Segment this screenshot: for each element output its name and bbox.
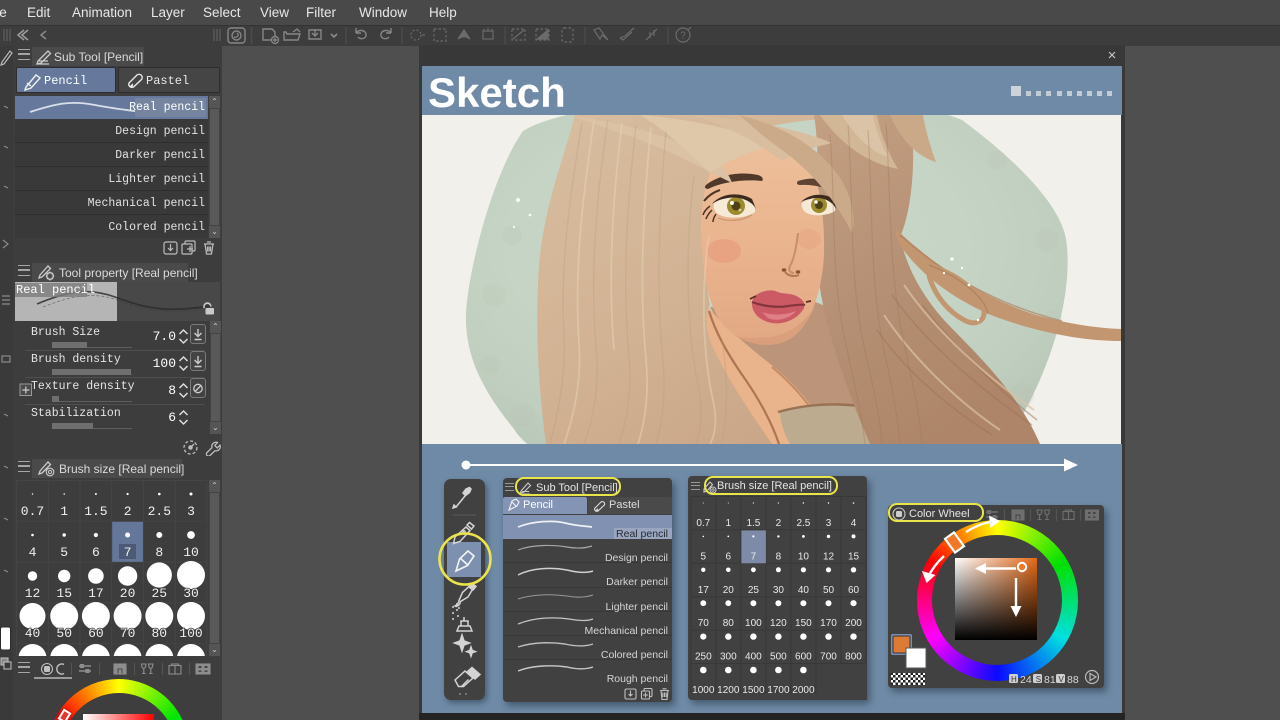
svg-text:24: 24 [1020, 674, 1032, 686]
svg-text:1500: 1500 [742, 685, 765, 696]
svg-text:1000: 1000 [692, 685, 715, 696]
svg-text:250: 250 [695, 652, 712, 663]
svg-text:150: 150 [795, 618, 812, 629]
svg-text:6: 6 [92, 545, 100, 560]
svg-text:120: 120 [770, 618, 787, 629]
svg-text:100: 100 [745, 618, 762, 629]
svg-text:6: 6 [726, 551, 732, 562]
svg-text:?: ? [680, 31, 686, 42]
svg-text:4: 4 [851, 518, 857, 529]
svg-text:10: 10 [183, 545, 199, 560]
svg-text:80: 80 [723, 618, 735, 629]
svg-text:2: 2 [776, 518, 782, 529]
svg-text:25: 25 [151, 586, 167, 601]
svg-text:50: 50 [823, 585, 835, 596]
svg-text:1.5: 1.5 [84, 504, 107, 519]
svg-text:5: 5 [701, 551, 707, 562]
svg-text:1: 1 [726, 518, 732, 529]
svg-text:700: 700 [820, 652, 837, 663]
svg-text:100: 100 [179, 626, 202, 641]
svg-text:50: 50 [56, 626, 72, 641]
svg-text:70: 70 [120, 626, 136, 641]
svg-text:2.5: 2.5 [148, 504, 171, 519]
svg-text:15: 15 [56, 586, 72, 601]
svg-text:2000: 2000 [792, 685, 815, 696]
svg-text:4: 4 [29, 545, 37, 560]
svg-text:300: 300 [720, 652, 737, 663]
svg-text:200: 200 [845, 618, 862, 629]
svg-text:20: 20 [120, 586, 136, 601]
svg-text:30: 30 [773, 585, 785, 596]
svg-text:81: 81 [1044, 674, 1056, 686]
svg-text:40: 40 [25, 626, 41, 641]
svg-text:S: S [1036, 675, 1041, 684]
svg-text:40: 40 [798, 585, 810, 596]
svg-text:12: 12 [823, 551, 835, 562]
svg-text:60: 60 [88, 626, 104, 641]
svg-text:0.7: 0.7 [696, 518, 710, 529]
svg-text:10: 10 [798, 551, 810, 562]
svg-text:80: 80 [151, 626, 167, 641]
svg-text:25: 25 [748, 585, 760, 596]
svg-text:8: 8 [155, 545, 163, 560]
svg-text:800: 800 [845, 652, 862, 663]
svg-text:88: 88 [1067, 674, 1079, 686]
svg-text:15: 15 [848, 551, 860, 562]
svg-text:600: 600 [795, 652, 812, 663]
svg-text:7: 7 [124, 545, 132, 560]
svg-text:0.7: 0.7 [21, 504, 44, 519]
svg-text:30: 30 [183, 586, 199, 601]
svg-text:2: 2 [124, 504, 132, 519]
svg-text:400: 400 [745, 652, 762, 663]
svg-text:8: 8 [776, 551, 782, 562]
svg-text:3: 3 [826, 518, 832, 529]
svg-text:17: 17 [88, 586, 104, 601]
svg-text:60: 60 [848, 585, 860, 596]
svg-text:1: 1 [60, 504, 68, 519]
svg-text:17: 17 [698, 585, 710, 596]
svg-text:20: 20 [723, 585, 735, 596]
svg-text:1200: 1200 [717, 685, 740, 696]
svg-text:170: 170 [820, 618, 837, 629]
svg-text:1700: 1700 [767, 685, 790, 696]
svg-text:5: 5 [60, 545, 68, 560]
svg-text:7: 7 [751, 551, 757, 562]
svg-text:3: 3 [187, 504, 195, 519]
svg-text:70: 70 [698, 618, 710, 629]
svg-text:1.5: 1.5 [746, 518, 760, 529]
svg-text:V: V [1059, 675, 1065, 684]
svg-text:H: H [1011, 675, 1017, 684]
svg-text:2.5: 2.5 [796, 518, 810, 529]
svg-text:500: 500 [770, 652, 787, 663]
svg-text:12: 12 [25, 586, 41, 601]
